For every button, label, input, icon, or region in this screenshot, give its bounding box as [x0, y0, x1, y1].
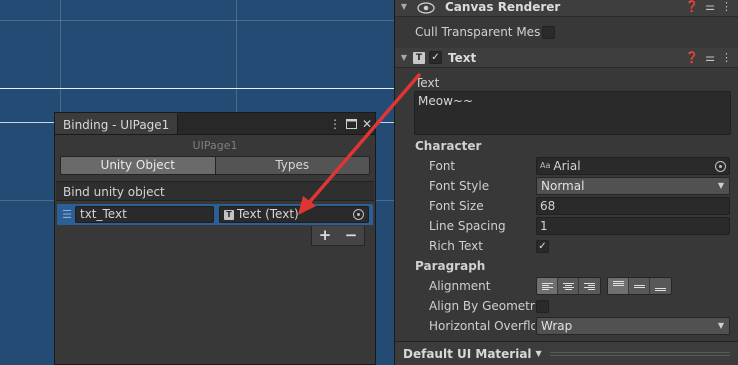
- chevron-down-icon: ▼: [535, 349, 542, 358]
- align-by-geometry-row: Align By Geometry: [395, 296, 738, 316]
- chevron-down-icon: ▼: [717, 181, 724, 190]
- horizontal-overflow-label: Horizontal Overflo: [429, 319, 535, 333]
- font-asset-icon: Aa: [540, 161, 551, 170]
- binding-tab-group: Unity Object Types: [60, 156, 370, 175]
- line-spacing-row: Line Spacing 1: [395, 216, 738, 236]
- bind-section-header: Bind unity object: [56, 181, 374, 201]
- binding-window: Binding - UIPage1 ⋮ ✕ UIPage1 Unity Obje…: [54, 112, 376, 365]
- font-style-value: Normal: [541, 179, 585, 193]
- binding-name-field[interactable]: txt_Text: [75, 206, 214, 223]
- rich-text-row: Rich Text ✓: [395, 236, 738, 256]
- horizontal-alignment-group: [536, 277, 601, 295]
- divider: [549, 351, 730, 356]
- align-by-geometry-checkbox[interactable]: [536, 299, 549, 313]
- binding-list-item[interactable]: ☰ txt_Text T Text (Text): [57, 204, 373, 225]
- help-icon[interactable]: ❓: [685, 51, 699, 64]
- font-size-field[interactable]: 68: [536, 197, 730, 215]
- presets-icon[interactable]: ⚌: [705, 0, 715, 13]
- binding-object-field[interactable]: T Text (Text): [219, 206, 369, 223]
- font-field[interactable]: Aa Arial: [536, 157, 730, 175]
- font-size-row: Font Size 68: [395, 196, 738, 216]
- text-component-icon: T: [224, 209, 234, 220]
- help-icon[interactable]: ❓: [685, 0, 699, 13]
- cull-transparent-row: Cull Transparent Mes: [415, 22, 735, 42]
- collapse-arrow-icon[interactable]: ▼: [395, 53, 413, 62]
- maximize-icon[interactable]: [343, 113, 359, 134]
- text-component-header[interactable]: ▼ T ✓ Text ❓ ⚌ ⋮: [395, 48, 738, 68]
- line-spacing-label: Line Spacing: [429, 219, 506, 233]
- collapse-arrow-icon[interactable]: ▼: [395, 2, 413, 11]
- object-picker-icon[interactable]: [715, 160, 726, 172]
- text-enabled-checkbox[interactable]: ✓: [429, 51, 442, 64]
- font-size-label: Font Size: [429, 199, 484, 213]
- canvas-renderer-header[interactable]: ▼ Canvas Renderer ❓ ⚌ ⋮: [395, 0, 738, 17]
- horizontal-overflow-row: Horizontal Overflo Wrap ▼: [395, 316, 738, 336]
- alignment-label: Alignment: [429, 279, 491, 293]
- eye-icon: [417, 1, 435, 14]
- cull-transparent-checkbox[interactable]: [542, 25, 556, 39]
- align-center-button[interactable]: [558, 278, 579, 294]
- character-section-label: Character: [415, 139, 482, 153]
- align-bottom-button[interactable]: [650, 278, 671, 294]
- font-value: Arial: [553, 159, 581, 173]
- text-content-field[interactable]: Meow~~: [414, 91, 731, 135]
- binding-subtitle: UIPage1: [192, 139, 238, 152]
- font-style-dropdown[interactable]: Normal ▼: [536, 177, 730, 195]
- font-label: Font: [429, 159, 456, 173]
- font-row: Font Aa Arial: [395, 156, 738, 176]
- inspector-panel: ▼ Canvas Renderer ❓ ⚌ ⋮ Cull Transparent…: [394, 0, 738, 365]
- binding-window-titlebar: Binding - UIPage1 ⋮ ✕: [55, 113, 375, 135]
- rich-text-checkbox[interactable]: ✓: [536, 239, 549, 253]
- object-picker-icon[interactable]: [353, 209, 364, 220]
- line-spacing-field[interactable]: 1: [536, 217, 730, 235]
- font-style-row: Font Style Normal ▼: [395, 176, 738, 196]
- font-style-label: Font Style: [429, 179, 490, 193]
- rich-text-label: Rich Text: [429, 239, 483, 253]
- text-component-icon: T: [413, 51, 425, 64]
- material-bar: Default UI Material ▼: [395, 341, 738, 365]
- material-label: Default UI Material: [403, 346, 532, 361]
- more-options-icon[interactable]: ⋮: [721, 51, 732, 64]
- remove-button[interactable]: −: [338, 226, 364, 245]
- add-button[interactable]: +: [312, 226, 338, 245]
- cull-transparent-label: Cull Transparent Mes: [415, 25, 541, 39]
- align-top-button[interactable]: [608, 278, 629, 294]
- binding-window-title: Binding - UIPage1: [63, 117, 170, 132]
- component-title: Text: [448, 50, 477, 65]
- component-title: Canvas Renderer: [445, 0, 561, 14]
- drag-handle-icon[interactable]: ☰: [59, 208, 75, 221]
- align-middle-button[interactable]: [629, 278, 650, 294]
- presets-icon[interactable]: ⚌: [705, 51, 715, 64]
- text-label: Text: [415, 76, 440, 90]
- more-options-icon[interactable]: ⋮: [327, 113, 343, 134]
- canvas-boundary-line: [0, 88, 394, 89]
- paragraph-section-label: Paragraph: [415, 259, 486, 273]
- align-right-button[interactable]: [579, 278, 600, 294]
- alignment-row: Alignment: [395, 276, 738, 296]
- material-dropdown[interactable]: Default UI Material ▼: [395, 347, 542, 361]
- horizontal-overflow-dropdown[interactable]: Wrap ▼: [536, 317, 730, 335]
- list-add-remove-footer: + −: [311, 226, 365, 246]
- binding-window-tab[interactable]: Binding - UIPage1: [55, 113, 179, 134]
- more-options-icon[interactable]: ⋮: [721, 0, 732, 13]
- binding-object-value: Text (Text): [237, 207, 299, 221]
- tab-types[interactable]: Types: [215, 157, 369, 174]
- grid-line: [0, 20, 394, 21]
- chevron-down-icon: ▼: [717, 321, 724, 330]
- vertical-alignment-group: [607, 277, 672, 295]
- align-by-geometry-label: Align By Geometry: [429, 299, 535, 313]
- close-icon[interactable]: ✕: [359, 113, 375, 134]
- horizontal-overflow-value: Wrap: [541, 319, 573, 333]
- align-left-button[interactable]: [537, 278, 558, 294]
- tab-unity-object[interactable]: Unity Object: [61, 157, 216, 174]
